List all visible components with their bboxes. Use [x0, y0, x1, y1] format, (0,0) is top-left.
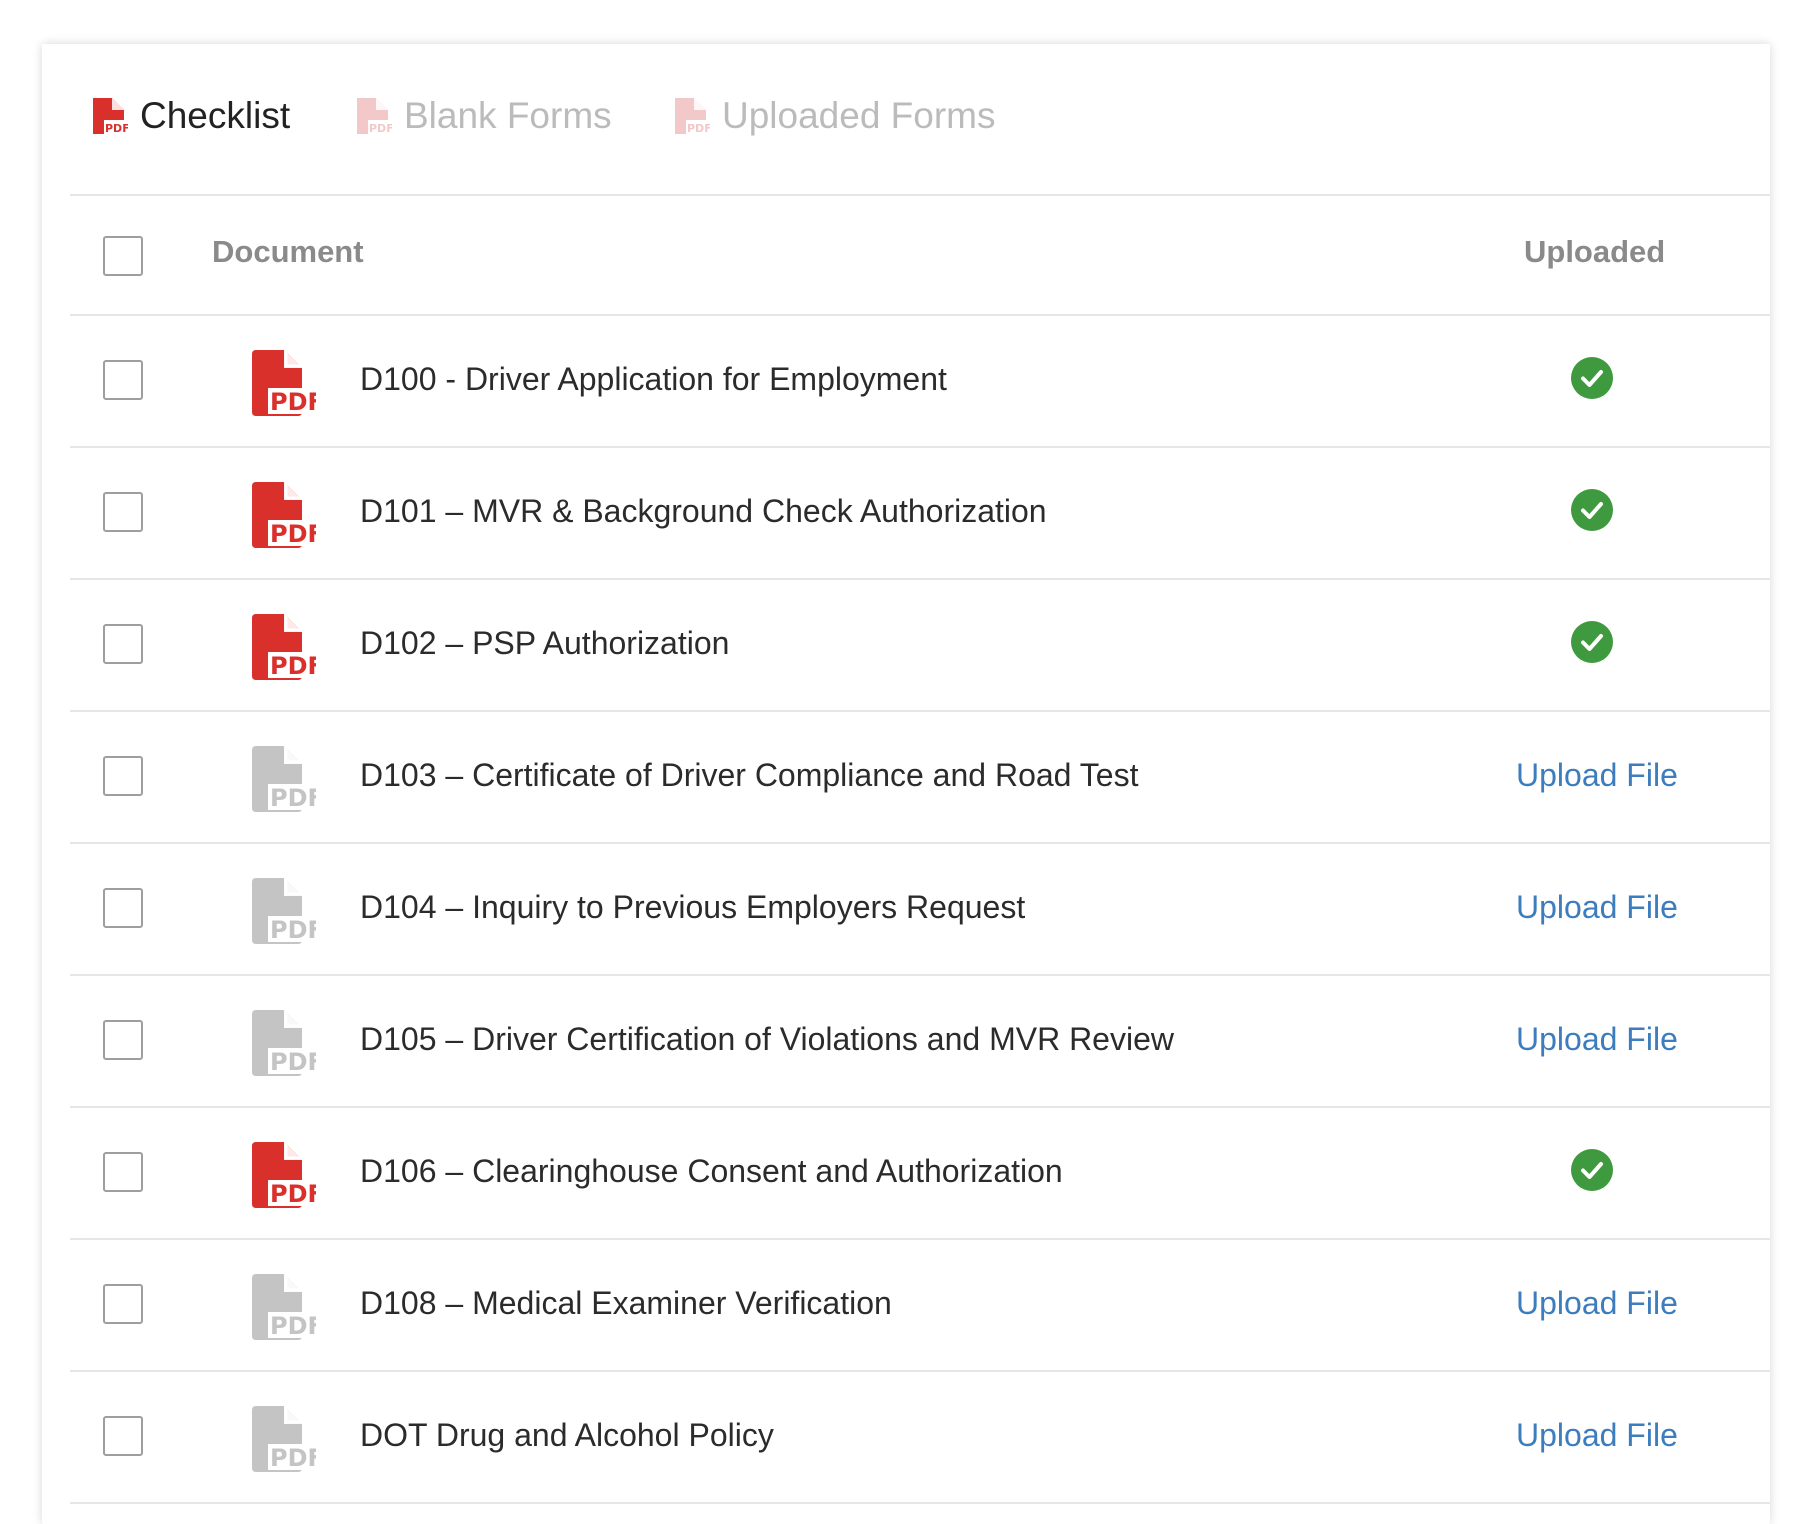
- pdf-file-icon[interactable]: PDF: [250, 348, 316, 418]
- pdf-badge-text: PDF: [270, 388, 316, 416]
- table-row: PDF D102 – PSP Authorization: [70, 580, 1770, 712]
- upload-file-link[interactable]: Upload File: [1516, 1021, 1678, 1058]
- pdf-badge-text: PDF: [270, 1444, 316, 1472]
- pdf-file-icon[interactable]: PDF: [250, 1140, 316, 1210]
- table-row: PDF D100 - Driver Application for Employm…: [70, 316, 1770, 448]
- row-checkbox[interactable]: [103, 888, 143, 928]
- uploaded-check-icon: [1571, 489, 1613, 531]
- pdf-badge-text: PDF: [270, 520, 316, 548]
- row-checkbox[interactable]: [103, 756, 143, 796]
- pdf-file-icon[interactable]: PDF: [250, 480, 316, 550]
- table-row: PDF D103 – Certificate of Driver Complian…: [70, 712, 1770, 844]
- table-row: PDF D108 – Medical Examiner Verification U…: [70, 1240, 1770, 1372]
- column-header-document: Document: [212, 234, 364, 269]
- uploaded-check-icon: [1571, 357, 1613, 399]
- table-row: PDF D105 – Driver Certification of Violat…: [70, 976, 1770, 1108]
- pdf-badge-text: PDF: [270, 1312, 316, 1340]
- pdf-badge-text: PDF: [687, 122, 710, 135]
- document-checklist-card: PDF Checklist PDF Blank Forms PDF Upload…: [42, 44, 1770, 1524]
- upload-file-link[interactable]: Upload File: [1516, 1417, 1678, 1454]
- pdf-icon: PDF: [357, 98, 392, 135]
- pdf-badge-text: PDF: [369, 122, 392, 135]
- pdf-file-icon[interactable]: PDF: [250, 1008, 316, 1078]
- pdf-badge-text: PDF: [270, 652, 316, 680]
- uploaded-check-icon: [1571, 1149, 1613, 1191]
- row-checkbox[interactable]: [103, 360, 143, 400]
- column-header-uploaded: Uploaded: [1524, 234, 1666, 269]
- tab-label-blank-forms: Blank Forms: [404, 95, 612, 136]
- table-row: PDF D104 – Inquiry to Previous Employers …: [70, 844, 1770, 976]
- row-checkbox[interactable]: [103, 624, 143, 664]
- document-title[interactable]: D108 – Medical Examiner Verification: [360, 1285, 892, 1322]
- tab-uploaded-forms[interactable]: PDF Uploaded Forms: [672, 92, 996, 140]
- upload-file-link[interactable]: Upload File: [1516, 889, 1678, 926]
- tab-checklist[interactable]: PDF Checklist: [90, 92, 290, 140]
- document-title[interactable]: D106 – Clearinghouse Consent and Authori…: [360, 1153, 1063, 1190]
- tab-bar: PDF Checklist PDF Blank Forms PDF Upload…: [42, 44, 1770, 194]
- document-title[interactable]: D104 – Inquiry to Previous Employers Req…: [360, 889, 1025, 926]
- tab-blank-forms[interactable]: PDF Blank Forms: [354, 92, 612, 140]
- pdf-badge-text: PDF: [105, 122, 128, 135]
- row-checkbox[interactable]: [103, 1284, 143, 1324]
- document-title[interactable]: DOT Drug and Alcohol Policy: [360, 1417, 774, 1454]
- table-body: PDF D100 - Driver Application for Employm…: [70, 316, 1770, 1504]
- upload-file-link[interactable]: Upload File: [1516, 757, 1678, 794]
- pdf-icon: PDF: [675, 98, 710, 135]
- pdf-file-icon[interactable]: PDF: [250, 744, 316, 814]
- row-checkbox[interactable]: [103, 492, 143, 532]
- select-all-checkbox[interactable]: [103, 236, 143, 276]
- row-checkbox[interactable]: [103, 1152, 143, 1192]
- pdf-icon: PDF: [93, 98, 128, 135]
- tab-label-checklist: Checklist: [140, 95, 291, 136]
- document-title[interactable]: D103 – Certificate of Driver Compliance …: [360, 757, 1138, 794]
- document-title[interactable]: D101 – MVR & Background Check Authorizat…: [360, 493, 1047, 530]
- pdf-badge-text: PDF: [270, 916, 316, 944]
- tab-label-uploaded-forms: Uploaded Forms: [722, 95, 996, 136]
- pdf-file-icon[interactable]: PDF: [250, 876, 316, 946]
- document-title[interactable]: D105 – Driver Certification of Violation…: [360, 1021, 1174, 1058]
- table-row: PDF DOT Drug and Alcohol Policy Upload Fil…: [70, 1372, 1770, 1504]
- document-title[interactable]: D100 - Driver Application for Employment: [360, 361, 947, 398]
- document-title[interactable]: D102 – PSP Authorization: [360, 625, 729, 662]
- row-checkbox[interactable]: [103, 1020, 143, 1060]
- table-row: PDF D101 – MVR & Background Check Authori…: [70, 448, 1770, 580]
- pdf-badge-text: PDF: [270, 1048, 316, 1076]
- upload-file-link[interactable]: Upload File: [1516, 1285, 1678, 1322]
- row-checkbox[interactable]: [103, 1416, 143, 1456]
- document-table: Document Uploaded PDF D100 - Driver Appli…: [70, 196, 1770, 1504]
- pdf-badge-text: PDF: [270, 1180, 316, 1208]
- table-header: Document Uploaded: [70, 196, 1770, 316]
- table-row: PDF D106 – Clearinghouse Consent and Auth…: [70, 1108, 1770, 1240]
- uploaded-check-icon: [1571, 621, 1613, 663]
- pdf-file-icon[interactable]: PDF: [250, 612, 316, 682]
- pdf-file-icon[interactable]: PDF: [250, 1272, 316, 1342]
- pdf-badge-text: PDF: [270, 784, 316, 812]
- pdf-file-icon[interactable]: PDF: [250, 1404, 316, 1474]
